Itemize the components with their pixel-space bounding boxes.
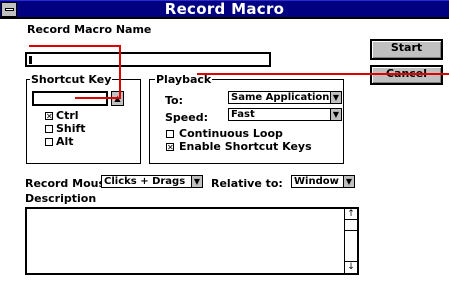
alt-checkbox[interactable] — [45, 138, 53, 146]
alt-label: Alt — [56, 135, 74, 148]
annotation-line — [29, 45, 121, 47]
scroll-down-arrow-icon[interactable]: ↓ — [345, 261, 357, 272]
annotation-line — [197, 73, 449, 75]
to-select[interactable]: Same Application ▼ — [228, 91, 342, 104]
description-textarea[interactable] — [25, 207, 359, 275]
record-mouse-select[interactable]: Clicks + Drags ▼ — [101, 175, 203, 188]
description-label: Description — [25, 192, 97, 205]
relative-to-value: Window — [294, 176, 339, 187]
shift-label: Shift — [56, 122, 86, 135]
continuous-loop-label: Continuous Loop — [179, 127, 283, 140]
speed-dropdown-icon[interactable]: ▼ — [330, 109, 341, 120]
to-value: Same Application — [231, 92, 330, 103]
to-label: To: — [165, 94, 183, 107]
record-macro-name-input[interactable] — [25, 52, 271, 67]
relative-to-select[interactable]: Window ▼ — [291, 175, 355, 188]
shift-checkbox[interactable] — [45, 125, 53, 133]
annotation-line — [119, 45, 121, 99]
cancel-button[interactable]: Cancel — [370, 65, 443, 85]
shortcut-key-legend: Shortcut Key — [30, 73, 113, 86]
record-mouse-dropdown-icon[interactable]: ▼ — [191, 176, 202, 187]
start-button[interactable]: Start — [370, 39, 443, 60]
relative-to-label: Relative to: — [211, 177, 283, 190]
scroll-up-arrow-icon[interactable]: ↑ — [345, 209, 357, 220]
playback-legend: Playback — [155, 73, 213, 86]
to-dropdown-icon[interactable]: ▼ — [330, 92, 341, 103]
text-cursor — [29, 56, 32, 64]
window-title: Record Macro — [164, 0, 285, 18]
continuous-loop-checkbox[interactable] — [166, 130, 174, 138]
record-macro-name-label: Record Macro Name — [27, 23, 152, 36]
speed-value: Fast — [231, 109, 255, 120]
annotation-line — [75, 97, 119, 99]
scrollbar-thumb[interactable] — [345, 221, 357, 231]
enable-shortcut-keys-label: Enable Shortcut Keys — [179, 140, 312, 153]
speed-select[interactable]: Fast ▼ — [228, 108, 342, 121]
enable-shortcut-keys-checkbox[interactable]: ✕ — [166, 143, 174, 152]
ctrl-label: Ctrl — [56, 109, 79, 122]
relative-to-dropdown-icon[interactable]: ▼ — [343, 176, 354, 187]
ctrl-checkbox[interactable]: ✕ — [45, 112, 53, 121]
description-scrollbar[interactable]: ↑ ↓ — [344, 209, 357, 273]
record-mouse-value: Clicks + Drags — [104, 176, 186, 187]
speed-label: Speed: — [165, 111, 208, 124]
